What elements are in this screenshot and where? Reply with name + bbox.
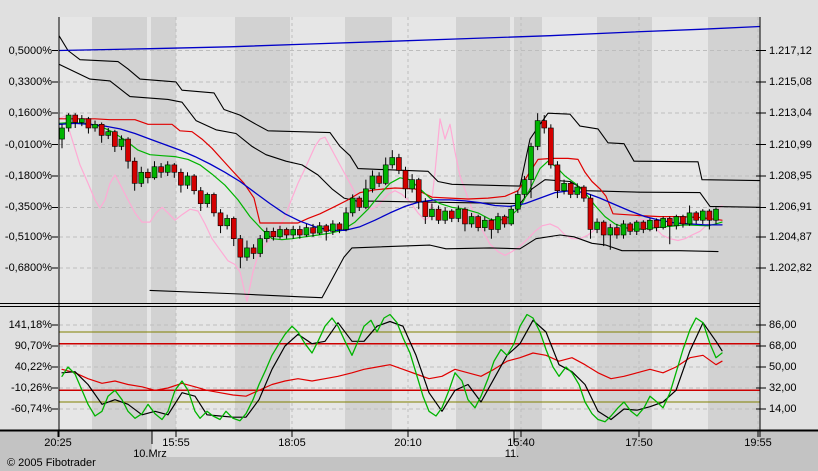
price-panel-left-axis-label: 0,1600% (8, 107, 52, 120)
time-axis-label: 20:10 (394, 437, 422, 449)
date-axis-label: 10.Mrz (133, 448, 167, 460)
price-panel-right-axis-label: 1.215,08 (769, 75, 812, 88)
oscillator-left-axis-label: 141,18% (8, 319, 52, 331)
time-axis-label: 18:05 (278, 437, 306, 449)
fibotrader-chart-window: 0,5000% 0,3300% 0,1600% -0,0100% -0,1800% -0,… (0, 0, 818, 471)
date-axis-label: 11. (504, 448, 520, 460)
chart-canvas[interactable] (0, 0, 818, 471)
oscillator-left-axis-label: 90,70% (14, 340, 52, 352)
price-panel-left-axis-label: 0,5000% (8, 44, 52, 57)
price-panel-right-axis-label: 1.210,99 (769, 138, 812, 151)
price-panel-left-axis-label: -0,6800% (4, 262, 52, 275)
time-axis-label: 19:55 (744, 437, 772, 449)
time-axis-label: 20:25 (44, 437, 72, 449)
price-panel-right-axis-label: 1.217,12 (769, 44, 812, 57)
price-panel-left-axis-label: -0,5100% (4, 230, 52, 243)
price-panel-right-axis-label: 1.202,82 (769, 262, 812, 275)
oscillator-left-axis-label: -10,26% (11, 382, 52, 394)
oscillator-left-axis-label: -60,74% (11, 403, 52, 415)
copyright-text: © 2005 Fibotrader (7, 457, 96, 469)
price-panel-left-axis-label: -0,3500% (4, 201, 52, 214)
oscillator-right-axis-label: 32,00 (769, 382, 797, 394)
oscillator-right-axis-label: 68,00 (769, 340, 797, 352)
oscillator-left-axis-label: 40,22% (14, 361, 52, 373)
oscillator-right-axis-label: 86,00 (769, 319, 797, 331)
price-panel-right-axis-label: 1.204,87 (769, 230, 812, 243)
oscillator-right-axis-label: 14,00 (769, 403, 797, 415)
price-panel-right-axis-label: 1.213,04 (769, 107, 812, 120)
price-panel-right-axis-label: 1.206,91 (769, 201, 812, 214)
price-panel-left-axis-label: -0,0100% (4, 138, 52, 151)
price-panel-left-axis-label: -0,1800% (4, 169, 52, 182)
oscillator-right-axis-label: 50,00 (769, 361, 797, 373)
price-panel-right-axis-label: 1.208,95 (769, 169, 812, 182)
time-axis-label: 17:50 (625, 437, 653, 449)
price-panel-left-axis-label: 0,3300% (8, 75, 52, 88)
